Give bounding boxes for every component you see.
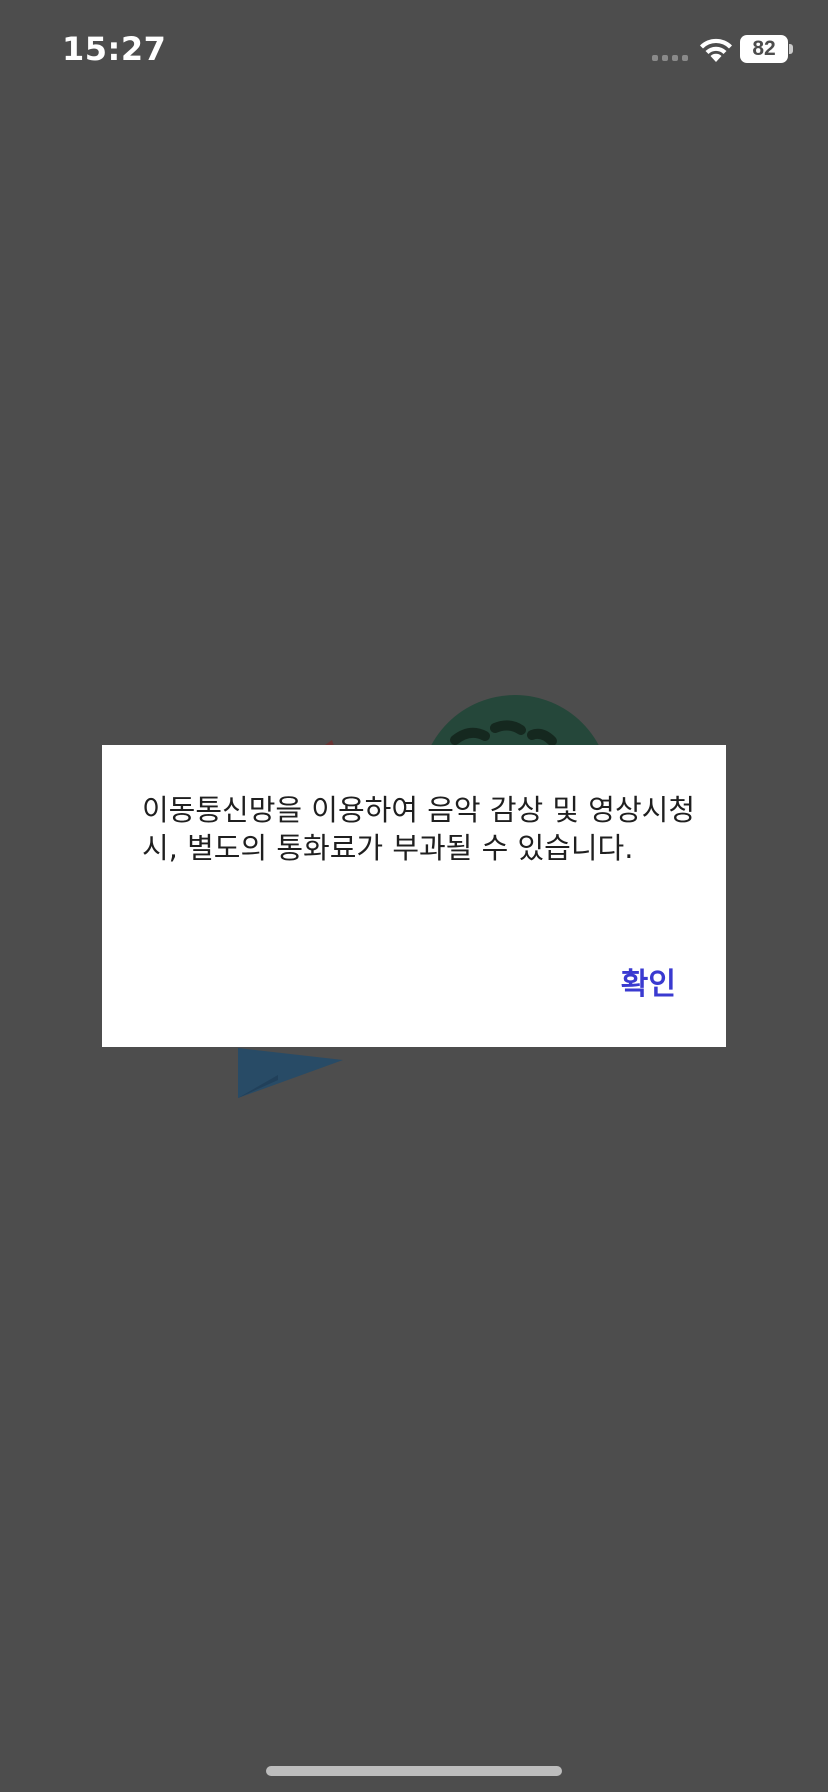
confirm-button[interactable]: 확인 <box>621 955 676 1007</box>
app-screen: 15:27 82 이동통신망을 이용하여 음악 감상 및 영상시청 시, 별도의… <box>0 0 828 1792</box>
dialog-message: 이동통신망을 이용하여 음악 감상 및 영상시청 시, 별도의 통화료가 부과될… <box>142 793 696 865</box>
status-bar: 15:27 82 <box>0 0 828 100</box>
wifi-icon <box>700 38 732 62</box>
battery-cap <box>789 44 793 54</box>
battery-level: 82 <box>752 37 776 60</box>
cellular-signal-icon <box>652 55 688 61</box>
battery-indicator: 82 <box>740 35 793 63</box>
home-indicator[interactable] <box>266 1766 562 1776</box>
alert-dialog: 이동통신망을 이용하여 음악 감상 및 영상시청 시, 별도의 통화료가 부과될… <box>102 745 726 1047</box>
status-time: 15:27 <box>62 30 167 68</box>
